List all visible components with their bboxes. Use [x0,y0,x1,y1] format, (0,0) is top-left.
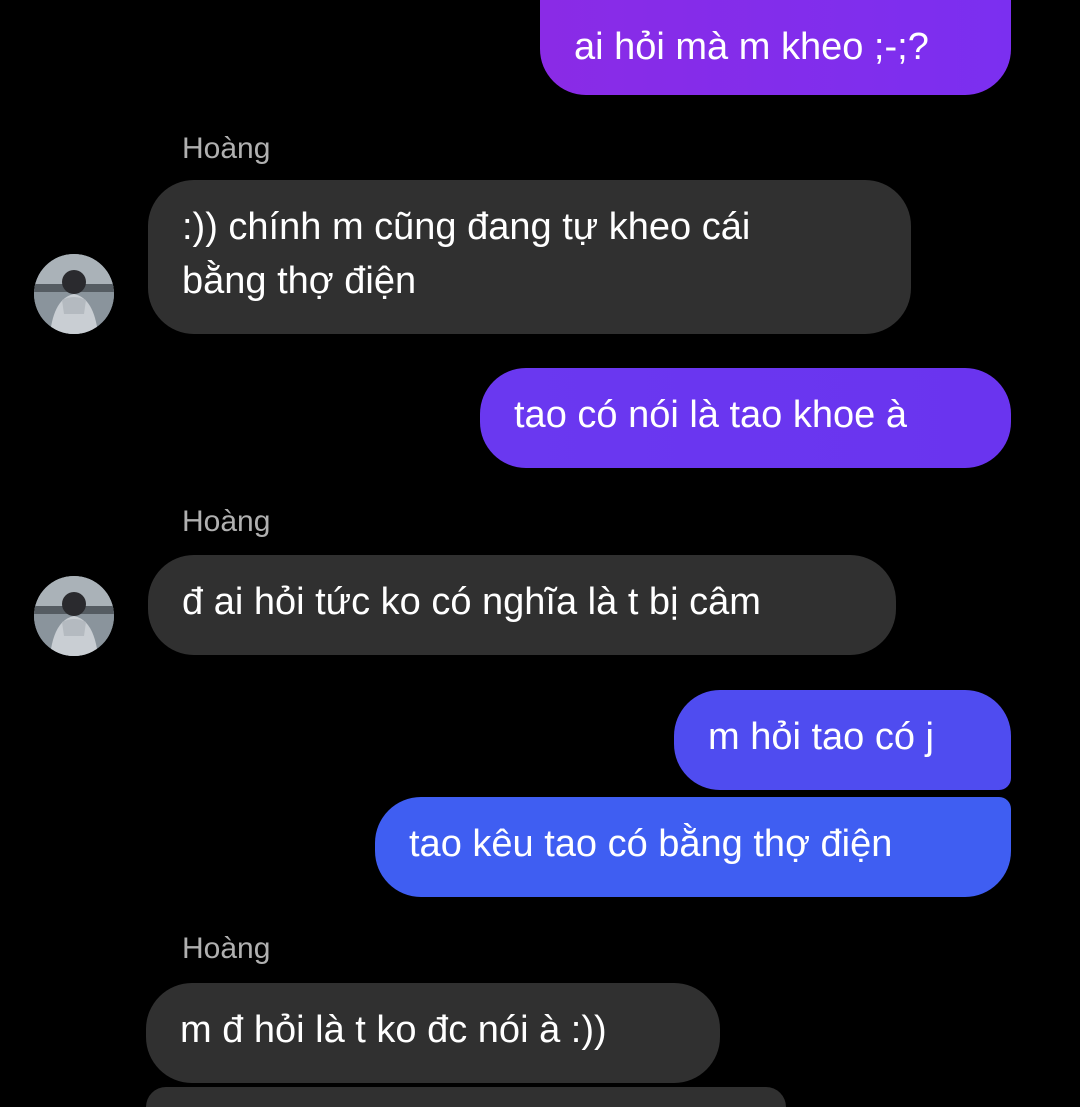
sender-name: Hoàng [182,505,271,538]
outgoing-message[interactable]: tao có nói là tao khoe à [480,368,1011,468]
contact-avatar[interactable] [34,576,114,656]
sender-name: Hoàng [182,132,271,165]
avatar-photo-icon [34,254,114,334]
avatar-photo-icon [34,576,114,656]
next-incoming-message-edge [146,1087,786,1107]
outgoing-message[interactable]: ai hỏi mà m kheo ;-;? [540,0,1011,95]
outgoing-message[interactable]: tao kêu tao có bằng thợ điện [375,797,1011,897]
sender-name: Hoàng [182,932,271,965]
incoming-message[interactable]: m đ hỏi là t ko đc nói à :)) [146,983,720,1083]
outgoing-message[interactable]: m hỏi tao có j [674,690,1011,790]
incoming-message[interactable]: đ ai hỏi tức ko có nghĩa là t bị câm [148,555,896,655]
contact-avatar[interactable] [34,254,114,334]
incoming-message[interactable]: :)) chính m cũng đang tự kheo cái bằng t… [148,180,911,334]
chat-thread: ai hỏi mà m kheo ;-;? Hoàng :)) chính m … [0,0,1080,1107]
